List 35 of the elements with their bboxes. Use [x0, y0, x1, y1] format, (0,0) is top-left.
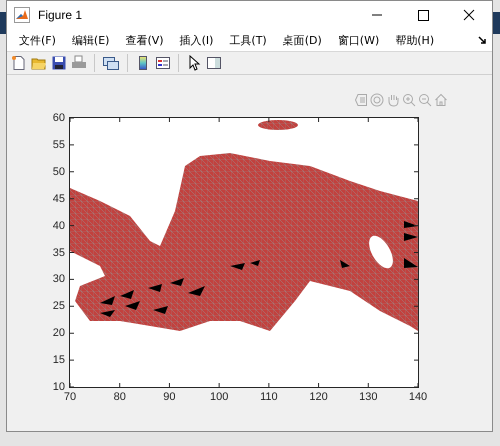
x-tick-label: 120	[309, 391, 328, 403]
y-tick-label: 40	[52, 220, 65, 232]
logo-icon	[14, 7, 30, 23]
y-tick-label: 50	[52, 166, 65, 178]
menu-item[interactable]: 工具(T)	[223, 32, 273, 48]
menu-item[interactable]: 编辑(E)	[66, 32, 116, 48]
x-tick-label: 130	[359, 391, 378, 403]
window-title: Figure 1	[38, 8, 84, 22]
panel-icon[interactable]	[206, 55, 222, 71]
y-tick-label: 10	[52, 381, 65, 393]
y-tick-label: 30	[52, 273, 65, 286]
y-tick-label: 60	[52, 112, 65, 124]
y-tick-label: 15	[52, 354, 65, 366]
x-tick-label: 70	[64, 391, 76, 403]
y-tick-label: 25	[52, 300, 65, 312]
y-tick-label: 45	[52, 192, 65, 205]
menu-item[interactable]: 桌面(D)	[276, 32, 328, 48]
x-tick-label: 100	[210, 391, 228, 403]
linked-windows-icon[interactable]	[102, 55, 120, 71]
new-file-icon[interactable]	[11, 55, 27, 71]
menu-item[interactable]: 插入(I)	[174, 32, 220, 48]
x-tick-label: 140	[408, 391, 428, 403]
y-tick-label: 20	[52, 327, 65, 340]
x-tick-label: 110	[260, 391, 278, 403]
legend-icon[interactable]	[155, 55, 171, 71]
menu-item[interactable]: 文件(F)	[13, 32, 62, 48]
y-tick-label: 55	[52, 138, 65, 151]
menu-item[interactable]: 查看(V)	[119, 32, 170, 48]
menu-item[interactable]: 窗口(W)	[332, 32, 386, 48]
x-tick-label: 80	[114, 391, 126, 403]
menu-item[interactable]: 帮助(H)	[389, 32, 440, 48]
y-tick-label: 35	[52, 246, 65, 258]
dock-icon[interactable]	[478, 36, 486, 44]
x-tick-label: 90	[163, 391, 176, 403]
save-icon[interactable]	[51, 55, 67, 71]
